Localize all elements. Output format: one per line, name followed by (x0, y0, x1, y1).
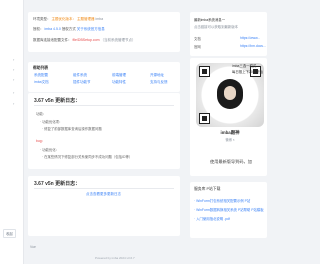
about-system-link[interactable]: 关于系统官方信息 (77, 27, 105, 31)
help-links-card: 帮助列表 系统配置 组件系统 前端管理 开源地址 imba文档 插件功能节 功能… (28, 62, 180, 92)
license-label: 授权： (33, 27, 44, 31)
help-link[interactable]: 支持与反馈 (150, 80, 168, 85)
license-version-link[interactable]: imba 4.5.0 (44, 27, 60, 31)
sidebar: › › › › › 收起 (0, 0, 24, 264)
db-row: 数据库连接池配置文件： file/DBSetup.com （当前系统管理节点） (33, 38, 136, 43)
site-link[interactable]: https://bm.docs... (240, 44, 266, 48)
license-row: 授权： imba 4.5.0 授权方式 关于系统官方信息 (33, 27, 105, 32)
chevron-right-icon[interactable]: › (13, 90, 14, 95)
qr-caption: imba三选一模式 (232, 64, 257, 68)
divider (34, 188, 174, 189)
help-link[interactable]: imba文档 (34, 80, 49, 85)
db-label: 数据库连接池配置文件： (33, 38, 72, 42)
help-link[interactable]: 插件功能节 (73, 80, 91, 85)
announcement-card: 最新imba系统消息一 点击链接可以获取到最新版本 (190, 12, 267, 56)
divider (34, 105, 174, 106)
update-log-title: 3.67 v5n 更新日志： (34, 98, 81, 104)
system-info-card: 环境类型： 主题优化版本： 主题管理器 imba 授权： imba 4.5.0 … (28, 12, 180, 52)
downloads-title: 服务库 P站下载 (194, 187, 221, 191)
update-entry: · 功能优化： (40, 148, 60, 152)
db-config-link[interactable]: file/DBSetup.com (72, 38, 99, 42)
env-label: 环境类型： (33, 17, 51, 21)
account-name: imba跟神 (220, 130, 240, 135)
env-suffix: imba (95, 17, 104, 21)
chevron-right-icon[interactable]: › (13, 77, 14, 82)
qr-finder (199, 113, 210, 124)
qr-finder (199, 66, 210, 77)
license-mode: 授权方式 (61, 27, 76, 31)
update-log-title: 3.67 v5n 更新日志： (34, 181, 81, 187)
download-link[interactable]: · WinForm数据转换相关系统 P站帮助 P站模板 (194, 207, 264, 212)
db-note: （当前系统管理节点） (100, 38, 136, 42)
update-log-card: 3.67 v5n 更新日志： 功能： · 功能优化项： · 修复了前部数据库查询… (28, 93, 180, 169)
update-section-heading: bug： (36, 139, 46, 143)
downloads-card: 服务库 P站下载 · WinForm打包系统相关配置示例 P站 · WinFor… (190, 182, 267, 238)
chevron-right-icon[interactable]: › (13, 67, 14, 72)
chevron-right-icon[interactable]: › (13, 101, 14, 106)
download-link[interactable]: · WinForm打包系统相关配置示例 P站 (194, 198, 250, 203)
help-link[interactable]: 系统配置 (34, 73, 48, 78)
env-value: 主题优化版本： (51, 17, 76, 21)
help-link[interactable]: 功能特性 (112, 80, 126, 85)
update-log-card-secondary: 3.67 v5n 更新日志： 点击查看更多更新日志 (28, 176, 180, 236)
update-entry: · 修复了前部数据库查询后操作数据问题 (42, 127, 102, 131)
docs-link[interactable]: https://www... (240, 36, 260, 40)
framework-tag: Vue (30, 245, 36, 249)
follow-hint: 微博 × (225, 138, 235, 142)
docs-label: 文档 (194, 37, 201, 41)
chevron-right-icon[interactable]: › (13, 57, 14, 62)
theme-manager-link[interactable]: 主题管理器 (77, 17, 95, 21)
footer-text: Powered by imba 2024 v3.6.7 (95, 256, 135, 260)
announcement-subtitle: 点击链接可以获取到最新版本 (194, 25, 239, 29)
avatar-face (224, 86, 236, 100)
update-entry: · 在某些情况下修复部分关系使同步不成功问题（包括ID等） (42, 155, 133, 159)
help-link[interactable]: 前端管理 (112, 73, 126, 78)
update-entry: · 功能优化项： (40, 120, 63, 124)
help-links-title: 帮助列表 (33, 66, 49, 70)
site-label: 官网 (194, 45, 201, 49)
download-link[interactable]: · 入门使用指北说明 .pdf (194, 216, 230, 221)
scan-hint: 使用最新版导到码，加 (210, 159, 252, 164)
help-link[interactable]: 开源地址 (150, 73, 164, 78)
qr-caption-sub: 每日推上下20点开始 (232, 70, 263, 74)
announcement-title: 最新imba系统消息一 (194, 18, 226, 22)
env-row: 环境类型： 主题优化版本： 主题管理器 imba (33, 17, 103, 22)
update-section-heading: 功能： (36, 112, 47, 116)
collapse-sidebar-button[interactable]: 收起 (3, 229, 16, 238)
more-updates-link[interactable]: 点击查看更多更新日志 (86, 192, 121, 197)
help-link[interactable]: 组件系统 (73, 73, 87, 78)
